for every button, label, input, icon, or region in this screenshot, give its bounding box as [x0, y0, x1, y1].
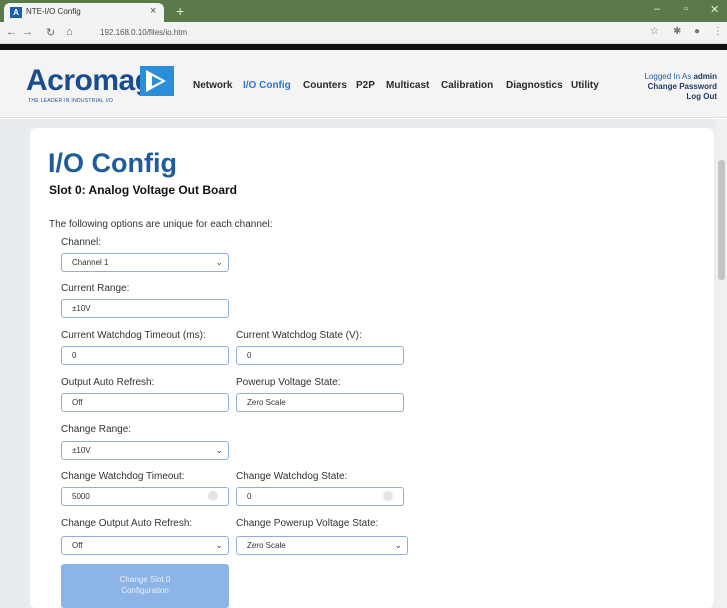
change-output-auto-refresh-select[interactable]: Off ⌄: [61, 536, 229, 555]
logout-link[interactable]: Log Out: [686, 92, 717, 101]
nav-diagnostics[interactable]: Diagnostics: [506, 80, 563, 91]
username: admin: [693, 72, 717, 81]
home-icon[interactable]: ⌂: [66, 26, 73, 38]
profile-icon[interactable]: ●: [694, 26, 700, 37]
maximize-icon[interactable]: ▫: [684, 3, 688, 15]
nav-io-config[interactable]: I/O Config: [243, 80, 291, 91]
logged-in-label: Logged In As: [644, 72, 692, 81]
change-range-label: Change Range:: [61, 424, 132, 435]
change-wd-timeout-input[interactable]: 5000: [61, 487, 229, 506]
spinner-icon[interactable]: [208, 491, 218, 501]
intro-text: The following options are unique for eac…: [49, 219, 273, 230]
change-wd-timeout-label: Change Watchdog Timeout:: [61, 471, 185, 482]
scrollbar-thumb[interactable]: [718, 160, 725, 280]
close-window-icon[interactable]: ✕: [710, 3, 719, 16]
chevron-down-icon: ⌄: [215, 445, 223, 455]
change-range-value: ±10V: [72, 446, 91, 455]
spinner-icon[interactable]: [383, 491, 393, 501]
nav-p2p[interactable]: P2P: [356, 80, 375, 91]
slot-title: Slot 0: Analog Voltage Out Board: [49, 183, 238, 197]
site-header: Acromag THE LEADER IN INDUSTRIAL I/O Net…: [0, 50, 727, 118]
nav-network[interactable]: Network: [193, 80, 232, 91]
change-output-auto-refresh-label: Change Output Auto Refresh:: [61, 518, 193, 529]
address-bar: ← → ↻ ⌂ 192.168.0.10/files/io.htm ☆ ✱ ● …: [0, 22, 727, 44]
current-wd-state-field: 0: [236, 346, 404, 365]
change-powerup-voltage-state-select[interactable]: Zero Scale ⌄: [236, 536, 408, 555]
browser-tab[interactable]: A NTE-I/O Config ×: [4, 3, 164, 22]
current-wd-state-label: Current Watchdog State (V):: [236, 330, 362, 341]
chevron-down-icon: ⌄: [215, 540, 223, 550]
menu-icon[interactable]: ⋮: [713, 26, 723, 37]
extensions-icon[interactable]: ✱: [673, 26, 681, 37]
nav-utility[interactable]: Utility: [571, 80, 599, 91]
current-wd-timeout-field: 0: [61, 346, 229, 365]
current-range-field: ±10V: [61, 299, 229, 318]
powerup-voltage-state-label: Powerup Voltage State:: [236, 377, 341, 388]
chevron-down-icon: ⌄: [215, 257, 223, 267]
channel-label: Channel:: [61, 237, 102, 248]
reload-icon[interactable]: ↻: [46, 26, 55, 39]
chevron-down-icon: ⌄: [394, 540, 402, 550]
output-auto-refresh-label: Output Auto Refresh:: [61, 377, 155, 388]
channel-select[interactable]: Channel 1 ⌄: [61, 253, 229, 272]
nav-calibration[interactable]: Calibration: [441, 80, 493, 91]
logo-icon: [140, 66, 174, 96]
minimize-icon[interactable]: –: [654, 3, 660, 15]
url-field[interactable]: 192.168.0.10/files/io.htm: [100, 28, 187, 37]
change-powerup-voltage-state-value: Zero Scale: [247, 541, 286, 550]
change-powerup-voltage-state-label: Change Powerup Voltage State:: [236, 518, 379, 529]
login-panel: Logged In As admin Change Password Log O…: [644, 72, 717, 102]
change-configuration-button[interactable]: Change Slot 0 Configuration: [61, 564, 229, 608]
forward-icon[interactable]: →: [22, 26, 33, 38]
change-wd-timeout-value: 5000: [72, 492, 90, 501]
current-range-value: ±10V: [72, 304, 91, 313]
submit-line-1: Change Slot 0: [119, 575, 171, 584]
change-output-auto-refresh-value: Off: [72, 541, 83, 550]
logo-text[interactable]: Acromag: [26, 64, 153, 98]
change-wd-state-input[interactable]: 0: [236, 487, 404, 506]
current-range-label: Current Range:: [61, 283, 130, 294]
output-auto-refresh-value: Off: [72, 398, 83, 407]
favicon-icon: A: [10, 7, 22, 18]
tab-title: NTE-I/O Config: [26, 7, 81, 16]
new-tab-button[interactable]: +: [176, 3, 184, 19]
submit-line-2: Configuration: [121, 586, 169, 595]
page-title: I/O Config: [48, 148, 177, 178]
bookmark-star-icon[interactable]: ☆: [650, 26, 659, 37]
powerup-voltage-state-field: Zero Scale: [236, 393, 404, 412]
change-range-select[interactable]: ±10V ⌄: [61, 441, 229, 460]
browser-titlebar: A NTE-I/O Config × + – ▫ ✕: [0, 0, 727, 22]
tab-close-icon[interactable]: ×: [150, 5, 156, 17]
back-icon[interactable]: ←: [6, 26, 17, 38]
logo-tagline: THE LEADER IN INDUSTRIAL I/O: [28, 98, 114, 104]
output-auto-refresh-field: Off: [61, 393, 229, 412]
change-wd-state-label: Change Watchdog State:: [236, 471, 348, 482]
powerup-voltage-state-value: Zero Scale: [247, 398, 286, 407]
nav-counters[interactable]: Counters: [303, 80, 347, 91]
current-wd-timeout-value: 0: [72, 351, 77, 360]
current-wd-state-value: 0: [247, 351, 252, 360]
change-wd-state-value: 0: [247, 492, 252, 501]
change-password-link[interactable]: Change Password: [648, 82, 717, 91]
current-wd-timeout-label: Current Watchdog Timeout (ms):: [61, 330, 206, 341]
channel-value: Channel 1: [72, 258, 109, 267]
nav-multicast[interactable]: Multicast: [386, 80, 429, 91]
